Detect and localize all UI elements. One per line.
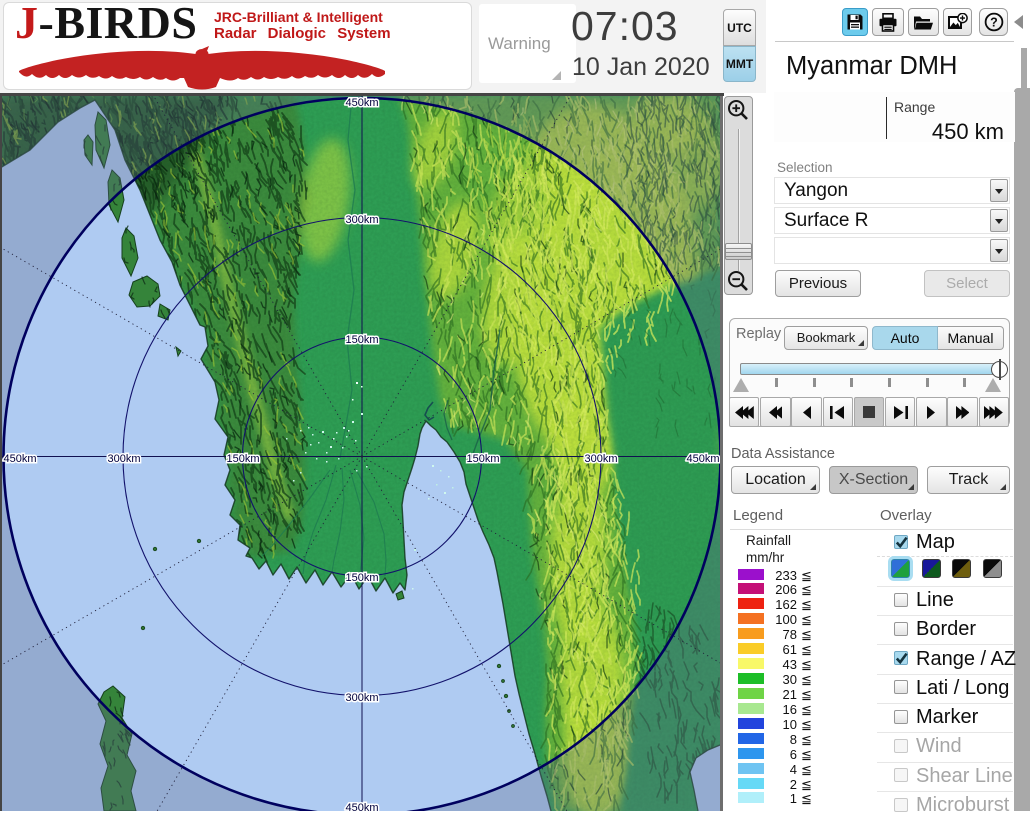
svg-text:150km: 150km xyxy=(226,453,259,465)
svg-text:450km: 450km xyxy=(3,453,36,465)
svg-text:300km: 300km xyxy=(345,214,378,226)
svg-text:300km: 300km xyxy=(345,692,378,704)
svg-text:450km: 450km xyxy=(686,453,719,465)
svg-text:150km: 150km xyxy=(466,453,499,465)
svg-text:450km: 450km xyxy=(345,802,378,811)
svg-text:?: ? xyxy=(990,16,998,30)
svg-text:300km: 300km xyxy=(107,453,140,465)
svg-text:300km: 300km xyxy=(584,453,617,465)
svg-text:450km: 450km xyxy=(345,97,378,109)
svg-text:150km: 150km xyxy=(345,334,378,346)
svg-text:150km: 150km xyxy=(345,572,378,584)
